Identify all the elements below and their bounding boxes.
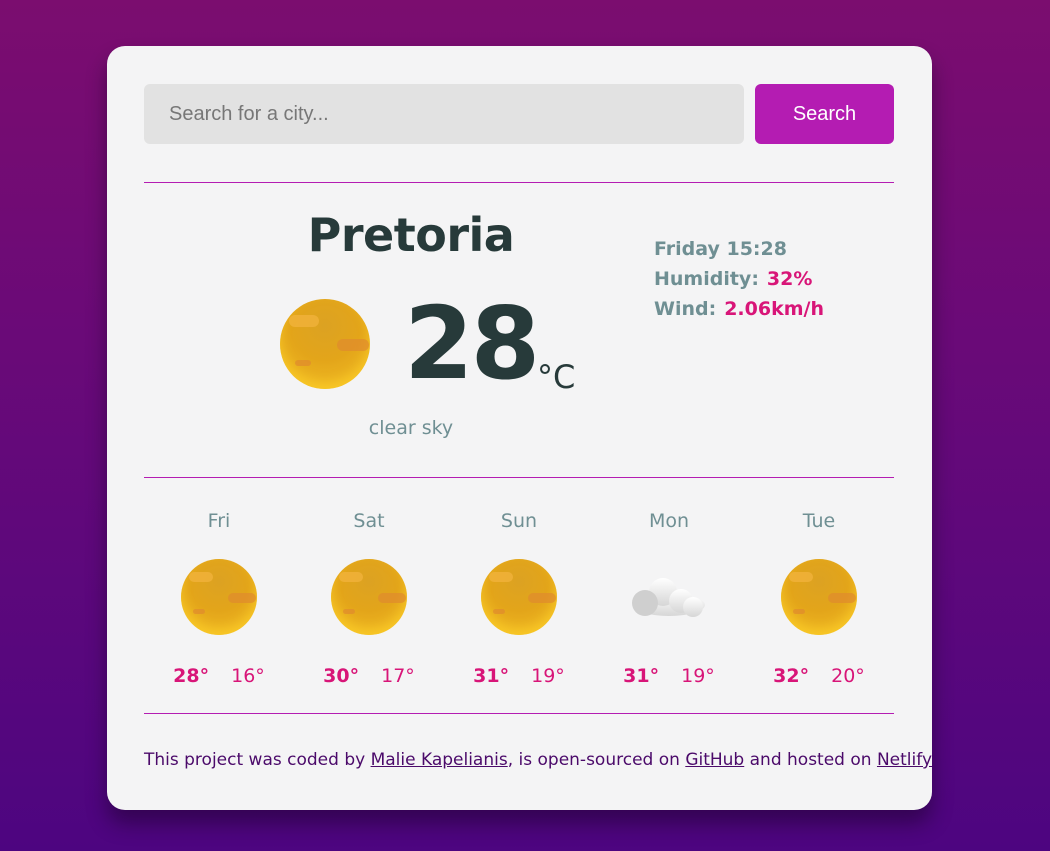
github-link[interactable]: GitHub: [685, 750, 744, 770]
forecast-day-name: Tue: [802, 510, 836, 532]
forecast-max: 30°: [323, 665, 360, 687]
forecast-day: Mon 31° 19°: [594, 491, 744, 701]
footer-text: , is open-sourced on: [507, 750, 686, 770]
datetime: Friday 15:28: [654, 238, 787, 260]
sun-icon: [181, 559, 257, 635]
sun-icon: [781, 559, 857, 635]
forecast-max: 32°: [773, 665, 810, 687]
forecast-day: Tue 32° 20°: [744, 491, 894, 701]
forecast-day-name: Sun: [500, 510, 538, 532]
footer-text: and hosted on: [744, 750, 877, 770]
cloud-icon: [631, 559, 707, 635]
forecast-day-name: Mon: [648, 510, 690, 532]
forecast-day: Sat 30° 17°: [294, 491, 444, 701]
search-form: Search: [144, 84, 894, 144]
sun-icon: [331, 559, 407, 635]
wind-row: Wind: 2.06km/h: [654, 294, 894, 324]
forecast-max: 31°: [623, 665, 660, 687]
forecast-day-name: Fri: [207, 510, 231, 532]
forecast-min: 16°: [231, 665, 265, 687]
forecast-min: 20°: [831, 665, 865, 687]
weather-card: Search Pretoria 28 °C clear sky Friday 1…: [107, 46, 932, 810]
city-name: Pretoria: [307, 208, 515, 262]
netlify-link[interactable]: Netlify: [877, 750, 932, 770]
current-temperature: 28: [404, 285, 540, 402]
weather-description: clear sky: [368, 417, 454, 439]
forecast-temps: 30° 17°: [294, 665, 444, 687]
sun-icon: [280, 299, 370, 389]
forecast-min: 17°: [381, 665, 415, 687]
author-link[interactable]: Malie Kapelianis: [371, 750, 508, 770]
weather-details: Friday 15:28 Humidity: 32% Wind: 2.06km/h: [654, 234, 894, 324]
divider-top: [144, 182, 894, 183]
forecast-max: 28°: [173, 665, 210, 687]
forecast-temps: 31° 19°: [444, 665, 594, 687]
forecast-temps: 31° 19°: [594, 665, 744, 687]
forecast-min: 19°: [531, 665, 565, 687]
forecast-day: Sun 31° 19°: [444, 491, 594, 701]
divider-middle: [144, 477, 894, 478]
forecast-temps: 32° 20°: [744, 665, 894, 687]
forecast: Fri 28° 16° Sat 30° 17° Sun 31° 19° Mon …: [144, 491, 894, 711]
forecast-day-name: Sat: [353, 510, 385, 532]
forecast-day: Fri 28° 16°: [144, 491, 294, 701]
wind-label: Wind:: [654, 298, 717, 320]
wind-value: 2.06km/h: [724, 298, 824, 320]
temperature-unit: °C: [537, 358, 576, 396]
humidity-value: 32%: [766, 268, 813, 290]
forecast-max: 31°: [473, 665, 510, 687]
forecast-temps: 28° 16°: [144, 665, 294, 687]
footer: This project was coded by Malie Kapelian…: [144, 750, 932, 770]
search-input[interactable]: [144, 84, 744, 144]
humidity-label: Humidity:: [654, 268, 759, 290]
divider-bottom: [144, 713, 894, 714]
forecast-min: 19°: [681, 665, 715, 687]
sun-icon: [481, 559, 557, 635]
humidity-row: Humidity: 32%: [654, 264, 894, 294]
footer-text: This project was coded by: [144, 750, 371, 770]
search-button[interactable]: Search: [755, 84, 894, 144]
